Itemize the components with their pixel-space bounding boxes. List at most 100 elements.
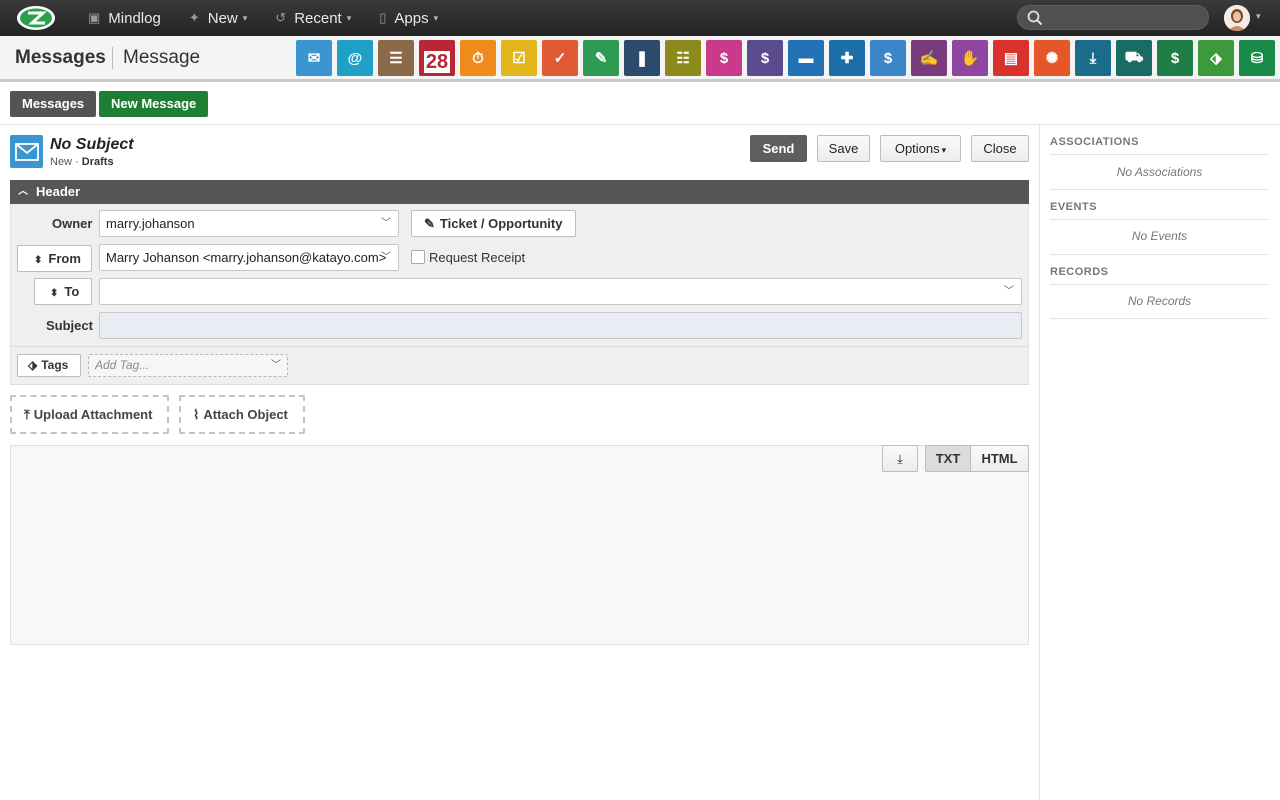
tags-label: Tags [41, 358, 69, 372]
from-toggle-button[interactable]: ⬍ From [17, 245, 92, 272]
nav-apps[interactable]: ▯ Apps ▾ [365, 0, 452, 36]
folder-check-icon: ✓ [553, 50, 567, 67]
chevron-down-icon: ▾ [242, 12, 248, 23]
attach-object-label: Attach Object [203, 407, 288, 422]
message-body-editor[interactable] [10, 445, 1029, 645]
notes-icon: ✎ [594, 50, 608, 67]
options-button[interactable]: Options ▾ [880, 135, 961, 162]
app-tile-database[interactable]: ⛁ [1239, 40, 1275, 76]
new-message-button[interactable]: New Message [99, 91, 209, 117]
divider [1050, 284, 1269, 285]
pdf-icon: ▤ [1003, 50, 1019, 67]
download-button[interactable]: ⤓ [882, 445, 918, 472]
app-tile-tasks[interactable]: ☑ [501, 40, 537, 76]
lifebuoy-icon: ✚ [840, 50, 854, 67]
tags-button[interactable]: ⬗ Tags [17, 354, 81, 377]
chevron-down-icon[interactable]: ▾ [1256, 11, 1261, 22]
txt-mode-button[interactable]: TXT [925, 445, 971, 472]
handshake-icon: ✋ [960, 50, 980, 67]
ticket-opportunity-button[interactable]: ✎ Ticket / Opportunity [411, 210, 576, 237]
from-select[interactable]: Marry Johanson <marry.johanson@katayo.co… [99, 244, 399, 271]
nav-recent-label: Recent [294, 9, 342, 27]
broadcast-icon: ✺ [1045, 50, 1059, 67]
app-tile-timer[interactable]: ⏱ [460, 40, 496, 76]
app-tile-calendar[interactable]: 28 [419, 40, 455, 76]
chevron-up-icon: ︿ [18, 186, 28, 197]
upload-attachment-label: Upload Attachment [33, 407, 153, 422]
app-tile-contacts[interactable]: ☰ [378, 40, 414, 76]
app-tile-bookmarks[interactable]: ❚ [624, 40, 660, 76]
app-logo[interactable] [14, 3, 58, 33]
close-button[interactable]: Close [971, 135, 1029, 162]
subject-label: Subject [46, 318, 93, 333]
options-label: Options [894, 141, 940, 156]
add-tag-input[interactable]: Add Tag... ﹀ [88, 354, 288, 377]
app-tile-inventory[interactable]: ⛟ [1116, 40, 1152, 76]
html-mode-button[interactable]: HTML [970, 445, 1029, 472]
app-tile-notes[interactable]: ✎ [583, 40, 619, 76]
header-section-title: Header [36, 184, 81, 199]
envelope-icon [10, 135, 43, 168]
from-value: Marry Johanson <marry.johanson@katayo.co… [106, 250, 387, 265]
app-tile-deals[interactable]: ✋ [952, 40, 988, 76]
app-tile-email[interactable]: @ [337, 40, 373, 76]
app-tile-cash[interactable]: $ [1157, 40, 1193, 76]
tasks-icon: ☑ [512, 50, 526, 67]
subject-input[interactable] [99, 312, 1022, 339]
events-empty: No Events [1131, 229, 1188, 243]
associations-heading: ASSOCIATIONS [1050, 136, 1139, 148]
app-tile-docs[interactable]: ☷ [665, 40, 701, 76]
to-input[interactable]: ﹀ [99, 278, 1022, 305]
page-title[interactable]: Messages [15, 47, 106, 69]
app-tile-finance[interactable]: $ [870, 40, 906, 76]
divider [1050, 254, 1269, 255]
paperclip-icon: ⌇ [193, 407, 200, 422]
download-icon: ⤓ [897, 452, 903, 466]
app-tile-billing[interactable]: $ [747, 40, 783, 76]
app-tile-sales[interactable]: $ [706, 40, 742, 76]
top-nav-bar: ▣ Mindlog ✦ New ▾ ↺ Recent ▾ ▯ Apps ▾ ▾ [0, 0, 1280, 36]
breadcrumb-divider [112, 47, 113, 69]
request-receipt-label[interactable]: Request Receipt [429, 250, 525, 265]
database-icon: ⛁ [1250, 50, 1264, 67]
app-tile-contracts[interactable]: ✍ [911, 40, 947, 76]
from-label: From [48, 251, 81, 266]
message-status: New · Drafts [50, 156, 114, 168]
messages-button[interactable]: Messages [10, 91, 97, 117]
nav-recent[interactable]: ↺ Recent ▾ [261, 0, 365, 36]
sparkle-icon: ✦ [188, 10, 200, 25]
divider [10, 346, 1029, 347]
app-tile-support[interactable]: ✚ [829, 40, 865, 76]
header-section-toggle[interactable]: ︿ Header [10, 180, 1029, 204]
app-tile-downloads[interactable]: ⤓ [1075, 40, 1111, 76]
chevron-down-icon: ﹀ [271, 360, 281, 371]
address-book-icon: @ [347, 49, 363, 67]
records-heading: RECORDS [1050, 266, 1109, 278]
nav-mindlog[interactable]: ▣ Mindlog [74, 0, 175, 36]
app-tile-projects[interactable]: ✓ [542, 40, 578, 76]
nav-new[interactable]: ✦ New ▾ [175, 0, 261, 36]
app-tile-pdf[interactable]: ▤ [993, 40, 1029, 76]
send-button[interactable]: Send [750, 135, 807, 162]
to-toggle-button[interactable]: ⬍ To [34, 278, 92, 305]
search-icon [1027, 10, 1043, 26]
attach-object-button[interactable]: ⌇ Attach Object [179, 395, 305, 434]
money-bag-icon: $ [883, 49, 893, 67]
owner-select[interactable]: marry.johanson ﹀ [99, 210, 399, 237]
request-receipt-checkbox[interactable] [411, 250, 425, 264]
divider [1050, 189, 1269, 190]
status-separator: · [72, 156, 82, 168]
truck-icon: ▬ [798, 49, 814, 67]
nav-mindlog-label: Mindlog [108, 9, 161, 27]
records-empty: No Records [1127, 294, 1192, 308]
app-tile-pricing[interactable]: ⬗ [1198, 40, 1234, 76]
app-tile-messages[interactable]: ✉ [296, 40, 332, 76]
user-avatar[interactable] [1224, 5, 1250, 31]
global-search-input[interactable] [1017, 5, 1209, 30]
upload-attachment-button[interactable]: ⤒ Upload Attachment [10, 395, 169, 434]
dollar-icon: $ [760, 49, 770, 67]
app-tile-shipping[interactable]: ▬ [788, 40, 824, 76]
save-button[interactable]: Save [817, 135, 870, 162]
status-folder: Drafts [81, 156, 114, 168]
app-tile-broadcast[interactable]: ✺ [1034, 40, 1070, 76]
